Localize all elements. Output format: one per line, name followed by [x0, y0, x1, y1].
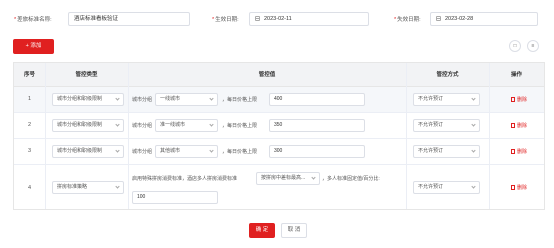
- header-control-value: 管控值: [258, 72, 276, 78]
- control-type-select[interactable]: 城市分组和职级限制: [52, 145, 124, 158]
- row-seq: 1: [27, 96, 32, 102]
- chevron-down-icon: [471, 184, 476, 189]
- table-row: 4 拼房标准策略 启用特殊拼房消费标准，酒店多人拼房消费标准 按拼房中差标最高.…: [14, 165, 544, 210]
- column-divider: [45, 63, 46, 209]
- menu-icon[interactable]: ≡: [527, 40, 539, 52]
- chevron-down-icon: [471, 148, 476, 153]
- chevron-down-icon: [115, 148, 120, 153]
- city-group-label: 城市分组: [132, 149, 153, 155]
- price-limit-input[interactable]: 300: [269, 145, 365, 158]
- chevron-down-icon: [471, 122, 476, 127]
- calendar-icon: [436, 15, 441, 21]
- effective-date-picker[interactable]: 2023-02-11: [249, 12, 369, 26]
- standard-name-input[interactable]: 酒店标准看板验证: [68, 12, 190, 26]
- delete-button[interactable]: 删除: [511, 148, 527, 155]
- delete-button[interactable]: 删除: [511, 184, 527, 191]
- delete-button[interactable]: 删除: [511, 122, 527, 129]
- column-divider: [128, 63, 129, 209]
- control-rules-table: 序号 管控类型 管控值 管控方式 操作 1 城市分组和职级限制 城市分组 一线城…: [13, 62, 545, 210]
- expire-date-label: *失效日期:: [394, 17, 421, 23]
- calendar-icon: [255, 15, 260, 21]
- control-method-select[interactable]: 不允许预订: [413, 145, 480, 158]
- column-divider: [489, 63, 490, 209]
- table-row: 1 城市分组和职级限制 城市分组 一线城市 ，每日价格上限 400 不允许预订 …: [14, 87, 544, 113]
- confirm-button[interactable]: 确 定: [249, 223, 275, 238]
- control-method-select[interactable]: 不允许预订: [413, 119, 480, 132]
- row-seq: 2: [27, 122, 32, 128]
- header-control-method: 管控方式: [436, 72, 459, 78]
- table-row: 3 城市分组和职级限制 城市分组 其他城市 ，每日价格上限 300 不允许预订 …: [14, 139, 544, 165]
- header-actions: 操作: [510, 72, 522, 78]
- control-method-select[interactable]: 不允许预订: [413, 181, 480, 194]
- table-header: 序号 管控类型 管控值 管控方式 操作: [14, 63, 544, 87]
- city-group-select[interactable]: 一线城市: [155, 93, 218, 106]
- trash-icon: [511, 96, 515, 102]
- cancel-button[interactable]: 取 消: [281, 223, 307, 238]
- trash-icon: [511, 184, 515, 190]
- city-group-select[interactable]: 准一线城市: [155, 119, 218, 132]
- delete-button[interactable]: 删除: [511, 96, 527, 103]
- trash-icon: [511, 148, 515, 154]
- expire-date-picker[interactable]: 2023-02-28: [430, 12, 538, 26]
- split-room-description: 启用特殊拼房消费标准，酒店多人拼房消费标准: [132, 176, 238, 182]
- add-button[interactable]: + 添加: [13, 39, 54, 54]
- chevron-down-icon: [115, 184, 120, 189]
- column-settings-icon[interactable]: □: [509, 40, 521, 52]
- chevron-down-icon: [311, 175, 316, 180]
- chevron-down-icon: [209, 96, 214, 101]
- chevron-down-icon: [209, 148, 214, 153]
- fixed-value-input[interactable]: 100: [132, 191, 218, 204]
- chevron-down-icon: [115, 122, 120, 127]
- city-group-select[interactable]: 其他城市: [155, 145, 218, 158]
- row-seq: 4: [27, 185, 32, 191]
- split-room-policy-select[interactable]: 按拼房中差标最高...: [256, 172, 320, 185]
- price-limit-input[interactable]: 350: [269, 119, 365, 132]
- control-method-select[interactable]: 不允许预订: [413, 93, 480, 106]
- chevron-down-icon: [115, 96, 120, 101]
- control-type-select[interactable]: 拼房标准策略: [52, 181, 124, 194]
- price-limit-input[interactable]: 400: [269, 93, 365, 106]
- city-group-label: 城市分组: [132, 123, 153, 129]
- city-group-label: 城市分组: [132, 97, 153, 103]
- chevron-down-icon: [209, 122, 214, 127]
- price-limit-label: ，每日价格上限: [222, 97, 258, 103]
- table-row: 2 城市分组和职级限制 城市分组 准一线城市 ，每日价格上限 350 不允许预订…: [14, 113, 544, 139]
- trash-icon: [511, 122, 515, 128]
- header-control-type: 管控类型: [75, 72, 98, 78]
- column-divider: [406, 63, 407, 209]
- chevron-down-icon: [471, 96, 476, 101]
- control-type-select[interactable]: 城市分组和职级限制: [52, 93, 124, 106]
- price-limit-label: ，每日价格上限: [222, 149, 258, 155]
- effective-date-label: *生效日期:: [212, 17, 239, 23]
- price-limit-label: ，每日价格上限: [222, 123, 258, 129]
- split-room-description-suffix: ，多人标准固定值/百分比:: [322, 176, 380, 182]
- standard-name-label: *差旅标准名称:: [14, 17, 52, 23]
- control-type-select[interactable]: 城市分组和职级限制: [52, 119, 124, 132]
- header-seq: 序号: [23, 72, 35, 78]
- row-seq: 3: [27, 148, 32, 154]
- standard-form-row: *差旅标准名称: 酒店标准看板验证 *生效日期: 2023-02-11 *失效日…: [0, 10, 554, 28]
